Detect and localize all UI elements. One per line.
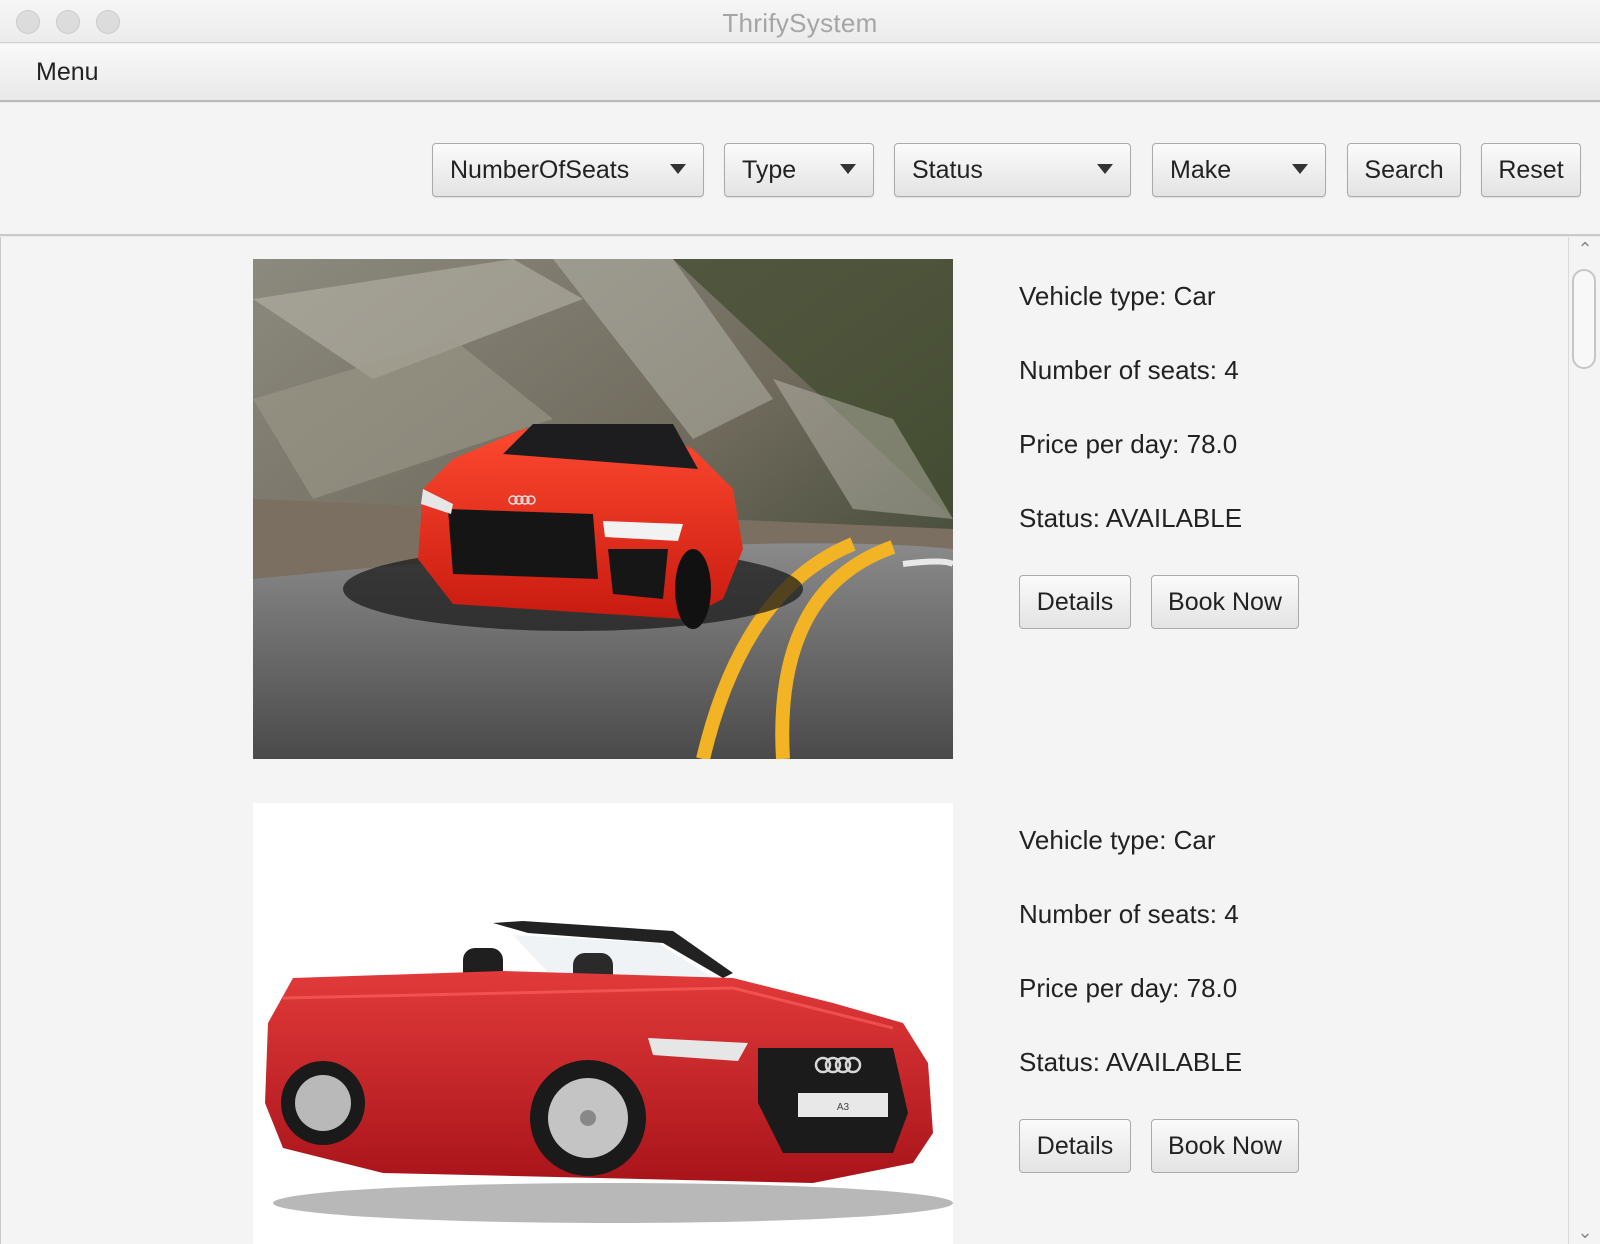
status-dropdown[interactable]: Status <box>894 143 1131 197</box>
window-title: ThrifySystem <box>722 8 878 38</box>
chevron-down-icon <box>1292 164 1308 174</box>
vehicle-card: Vehicle type: Car Number of seats: 4 Pri… <box>253 259 1353 759</box>
vehicle-photo-convertible: A3 <box>253 803 953 1244</box>
scrollbar-thumb[interactable] <box>1572 269 1596 369</box>
scroll-down-arrow-icon[interactable]: ⌄ <box>1577 1223 1593 1241</box>
vehicle-photo-sports-car <box>253 259 953 759</box>
dropdown-label: Type <box>742 156 797 184</box>
menu-bar: Menu <box>0 44 1600 102</box>
scroll-up-arrow-icon[interactable]: ⌃ <box>1577 240 1593 258</box>
status-text: Status: AVAILABLE <box>1019 1047 1243 1077</box>
menu-item-menu[interactable]: Menu <box>36 58 99 87</box>
details-button[interactable]: Details <box>1019 575 1131 629</box>
window-titlebar: ThrifySystem <box>0 0 1600 43</box>
license-plate-text: A3 <box>837 1102 850 1113</box>
chevron-down-icon <box>840 164 856 174</box>
vehicle-card: A3 Vehicle type: Car Number of seats: 4 … <box>253 803 1353 1244</box>
status-text: Status: AVAILABLE <box>1019 503 1243 533</box>
chevron-down-icon <box>670 164 686 174</box>
seats-text: Number of seats: 4 <box>1019 899 1239 929</box>
vehicle-list[interactable]: Vehicle type: Car Number of seats: 4 Pri… <box>0 237 1568 1244</box>
filter-toolbar: NumberOfSeats Type Status Make Search Re… <box>0 103 1600 236</box>
seats-text: Number of seats: 4 <box>1019 355 1239 385</box>
price-text: Price per day: 78.0 <box>1019 429 1238 459</box>
make-dropdown[interactable]: Make <box>1152 143 1326 197</box>
book-now-button[interactable]: Book Now <box>1151 575 1299 629</box>
number-of-seats-dropdown[interactable]: NumberOfSeats <box>432 143 704 197</box>
book-now-button[interactable]: Book Now <box>1151 1119 1299 1173</box>
dropdown-label: NumberOfSeats <box>450 156 630 184</box>
vehicle-type-text: Vehicle type: Car <box>1019 281 1216 311</box>
vehicle-type-text: Vehicle type: Car <box>1019 825 1216 855</box>
vertical-scrollbar[interactable]: ⌃ ⌄ <box>1568 237 1600 1244</box>
reset-button[interactable]: Reset <box>1481 143 1581 197</box>
dropdown-label: Status <box>912 156 983 184</box>
dropdown-label: Make <box>1170 156 1232 184</box>
details-button[interactable]: Details <box>1019 1119 1131 1173</box>
search-button[interactable]: Search <box>1347 143 1461 197</box>
price-text: Price per day: 78.0 <box>1019 973 1238 1003</box>
type-dropdown[interactable]: Type <box>724 143 874 197</box>
chevron-down-icon <box>1097 164 1113 174</box>
